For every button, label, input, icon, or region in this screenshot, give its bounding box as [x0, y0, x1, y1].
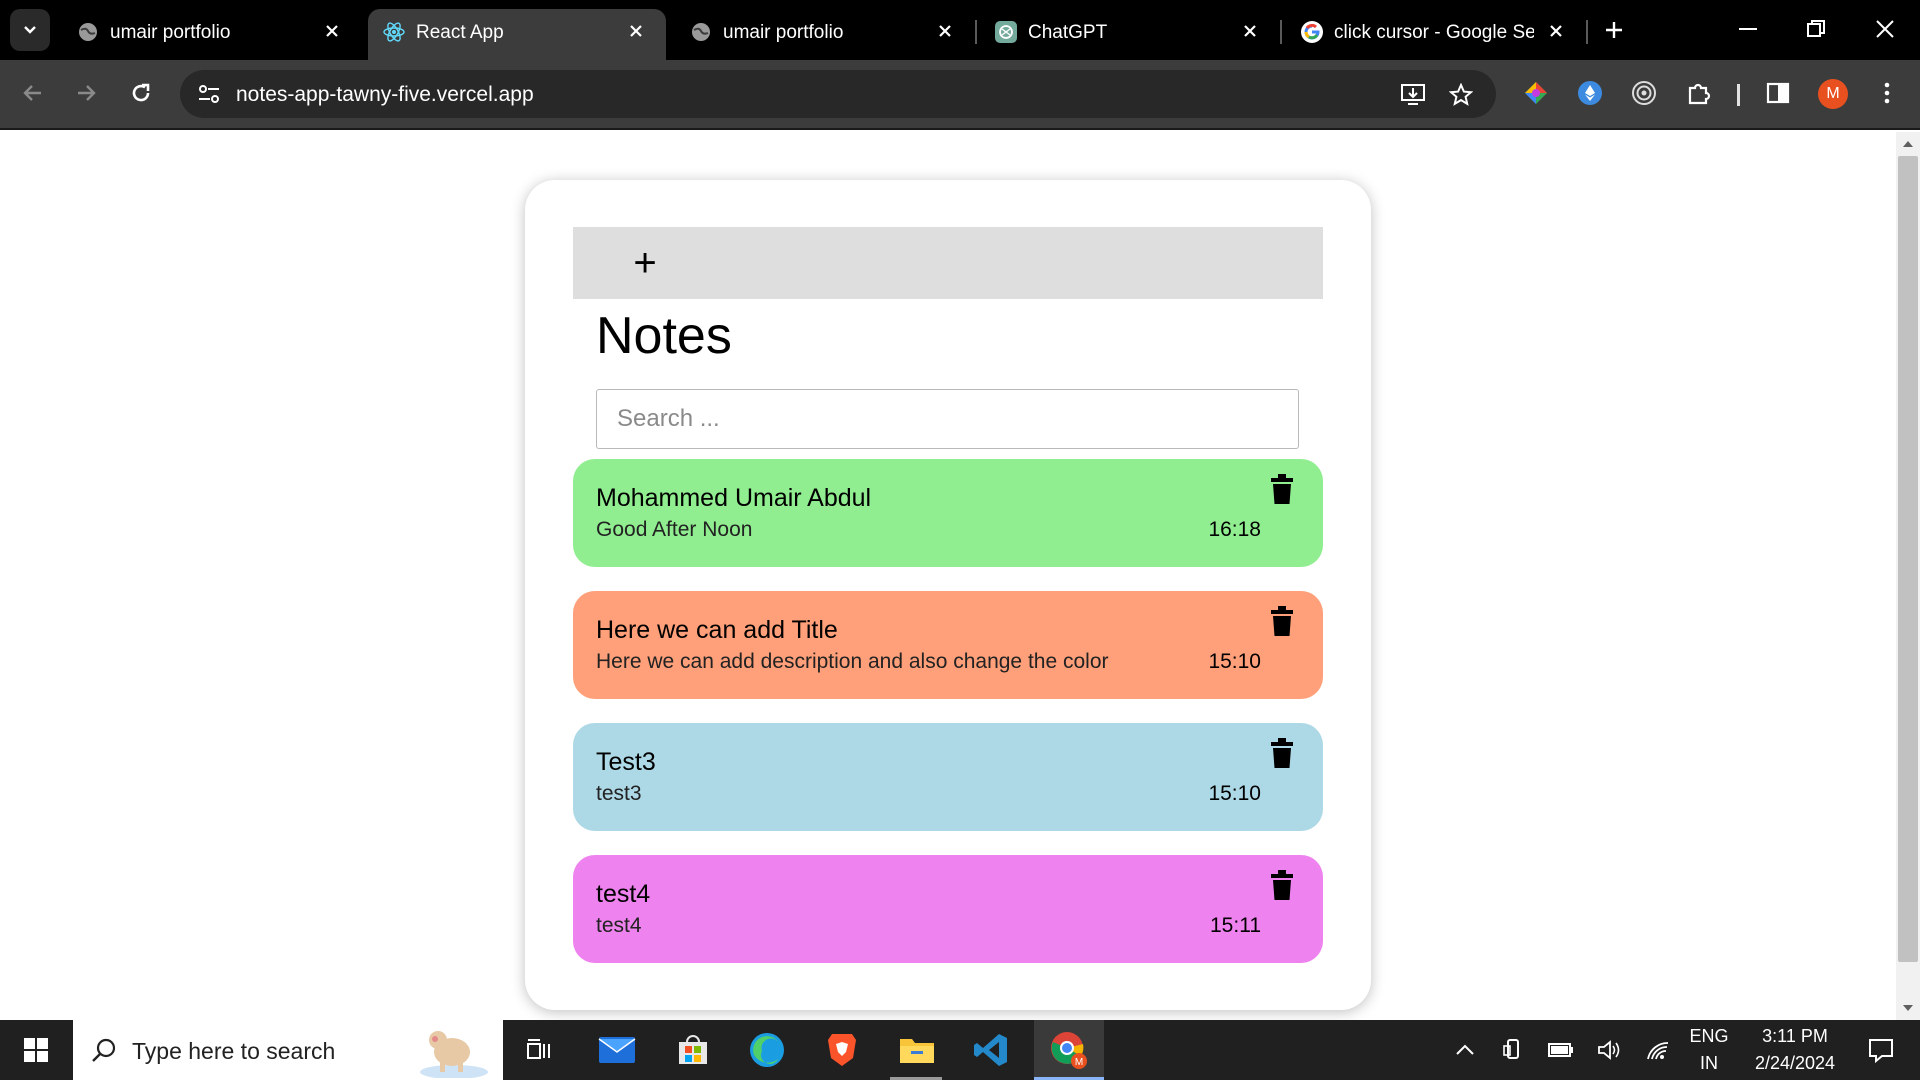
clock-time[interactable]: 3:11 PM	[1740, 1026, 1850, 1047]
globe-icon	[689, 20, 713, 44]
search-icon	[84, 1020, 124, 1080]
task-view-icon[interactable]	[520, 1020, 560, 1080]
new-tab-icon[interactable]	[1600, 16, 1628, 44]
scroll-up-icon[interactable]	[1902, 138, 1914, 150]
note-card[interactable]: test4 test4 15:11	[573, 855, 1323, 963]
note-title: Test3	[596, 748, 656, 776]
language-indicator[interactable]: ENG	[1684, 1026, 1734, 1047]
chatgpt-icon	[994, 20, 1018, 44]
install-app-icon[interactable]	[1398, 80, 1428, 110]
tab-separator	[1280, 20, 1282, 44]
windows-start-icon[interactable]	[10, 1020, 62, 1080]
scrollbar-thumb[interactable]	[1898, 156, 1918, 962]
note-description: Good After Noon	[596, 518, 753, 541]
add-note-bar	[573, 227, 1323, 299]
wallet-extension-icon[interactable]	[1575, 78, 1605, 108]
close-tab-icon[interactable]	[1544, 19, 1568, 43]
address-bar[interactable]: notes-app-tawny-five.vercel.app	[180, 70, 1496, 118]
battery-icon[interactable]	[1546, 1020, 1576, 1080]
tab-title: umair portfolio	[110, 22, 231, 43]
trash-icon[interactable]	[1269, 869, 1295, 901]
notification-center-icon[interactable]	[1856, 1020, 1906, 1080]
close-tab-icon[interactable]	[1238, 19, 1262, 43]
note-time: 15:10	[1208, 650, 1261, 673]
bookmark-star-icon[interactable]	[1446, 80, 1476, 110]
forward-icon[interactable]	[69, 76, 103, 110]
tab-search-button[interactable]	[10, 9, 50, 51]
tab-title: click cursor - Google Sear	[1334, 22, 1534, 43]
trash-icon[interactable]	[1269, 605, 1295, 637]
note-title: Mohammed Umair Abdul	[596, 484, 872, 512]
clock-date[interactable]: 2/24/2024	[1740, 1053, 1850, 1074]
tab-title: ChatGPT	[1028, 22, 1108, 43]
tab-title: umair portfolio	[723, 22, 844, 43]
volume-icon[interactable]	[1594, 1020, 1624, 1080]
note-title: Here we can add Title	[596, 616, 838, 644]
note-time: 15:10	[1208, 782, 1261, 805]
svg-text:M: M	[1075, 1057, 1083, 1068]
edge-browser-icon[interactable]	[744, 1020, 790, 1080]
phone-link-icon[interactable]	[1498, 1020, 1528, 1080]
close-tab-icon[interactable]	[624, 19, 648, 43]
tab-strip: umair portfolio React App umair portfoli…	[0, 0, 1920, 60]
scroll-down-icon[interactable]	[1902, 1002, 1914, 1014]
mail-icon[interactable]	[594, 1020, 640, 1080]
site-settings-icon[interactable]	[194, 80, 224, 108]
trash-icon[interactable]	[1269, 737, 1295, 769]
note-description: Here we can add description and also cha…	[596, 650, 1109, 673]
tab-umair-portfolio-2[interactable]: umair portfolio	[675, 9, 975, 60]
reload-icon[interactable]	[124, 76, 158, 110]
file-explorer-icon[interactable]	[894, 1020, 940, 1080]
url-text: notes-app-tawny-five.vercel.app	[236, 83, 534, 106]
close-tab-icon[interactable]	[320, 19, 344, 43]
show-hidden-icons-icon[interactable]	[1450, 1020, 1480, 1080]
note-card[interactable]: Here we can add Title Here we can add de…	[573, 591, 1323, 699]
back-icon[interactable]	[16, 76, 50, 110]
color-picker-extension-icon[interactable]	[1521, 78, 1551, 108]
minimize-icon[interactable]	[1733, 14, 1763, 44]
tab-google-search[interactable]: click cursor - Google Sear	[1286, 9, 1586, 60]
profile-avatar[interactable]: M	[1818, 79, 1848, 109]
note-time: 15:11	[1210, 914, 1261, 937]
taskbar-search-placeholder: Type here to search	[132, 1038, 336, 1064]
note-card[interactable]: Mohammed Umair Abdul Good After Noon 16:…	[573, 459, 1323, 567]
chrome-taskbar-icon[interactable]: M	[1034, 1020, 1104, 1080]
side-panel-icon[interactable]	[1763, 78, 1793, 108]
extensions-puzzle-icon[interactable]	[1684, 78, 1714, 108]
note-time: 16:18	[1208, 518, 1261, 541]
brave-browser-icon[interactable]	[819, 1020, 865, 1080]
tab-separator	[975, 20, 977, 44]
region-indicator[interactable]: IN	[1684, 1053, 1734, 1074]
search-highlight-icon	[405, 1020, 495, 1080]
google-icon	[1300, 20, 1324, 44]
close-window-icon[interactable]	[1870, 14, 1900, 44]
tab-umair-portfolio-1[interactable]: umair portfolio	[62, 9, 362, 60]
trash-icon[interactable]	[1269, 473, 1295, 505]
tab-title: React App	[416, 22, 504, 43]
tab-react-app[interactable]: React App	[368, 9, 666, 60]
close-tab-icon[interactable]	[933, 19, 957, 43]
tab-separator	[1586, 20, 1588, 44]
add-note-button[interactable]: +	[625, 240, 665, 286]
search-input[interactable]	[596, 389, 1299, 449]
page-title: Notes	[596, 307, 732, 365]
note-card[interactable]: Test3 test3 15:10	[573, 723, 1323, 831]
tab-chatgpt[interactable]: ChatGPT	[980, 9, 1280, 60]
react-icon	[382, 20, 406, 44]
microsoft-store-icon[interactable]	[670, 1020, 716, 1080]
restore-icon[interactable]	[1801, 14, 1831, 44]
menu-kebab-icon[interactable]	[1872, 78, 1902, 108]
target-extension-icon[interactable]	[1629, 78, 1659, 108]
globe-icon	[76, 20, 100, 44]
toolbar-divider	[1737, 84, 1740, 106]
note-title: test4	[596, 880, 651, 908]
wifi-icon[interactable]	[1643, 1020, 1673, 1080]
vscode-icon[interactable]	[968, 1020, 1014, 1080]
note-description: test3	[596, 782, 642, 805]
note-description: test4	[596, 914, 642, 937]
